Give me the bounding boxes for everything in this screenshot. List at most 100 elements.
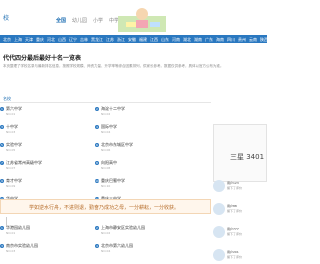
region-link[interactable]: 山西	[58, 37, 66, 42]
nav-national[interactable]: 全国	[56, 17, 66, 24]
region-link[interactable]: 云南	[249, 37, 257, 42]
scroll-arrow[interactable]	[0, 217, 7, 226]
banner-text: 学如逆水行舟，不进则退，勤奋乃成功之母，一分耕耘，一分收获。	[29, 205, 180, 211]
kindergarten-section: 1 华港园幼儿园 NO.01 2 上海市静安区实验幼儿园 NO.02 3 南京市实验幼儿园 NO…	[0, 222, 211, 258]
region-bar: 北京 上海 天津 重庆 河北 山西 辽宁 吉林 黑龙江 江苏 浙江 安徽 福建 江西 山东 河南 湖北 湖南 广东海…	[0, 35, 267, 43]
rank-number-badge: 10	[95, 179, 99, 183]
rank-number-badge: 7	[0, 161, 4, 165]
rank-item[interactable]: 7 江苏省常州高级中学 NO.07	[0, 160, 91, 175]
avatar	[213, 203, 225, 215]
region-link[interactable]: 山东	[161, 37, 169, 42]
region-link[interactable]: 河北	[47, 37, 55, 42]
school-meta: NO.01	[6, 112, 16, 116]
rank-item[interactable]: 9 育才中学 NO.09	[0, 178, 91, 193]
user-name: 用户123	[227, 181, 239, 185]
user-row[interactable]: 用户123 留下了评价	[213, 178, 267, 201]
region-link[interactable]: 海南	[216, 37, 224, 42]
rank-item[interactable]: 8 向阳高中 NO.08	[95, 160, 211, 175]
rank-number-badge: 2	[95, 226, 99, 230]
user-note: 留下了评价	[227, 232, 243, 236]
rank-item[interactable]: 3 十中学 NO.03	[0, 124, 91, 139]
region-link[interactable]: 陕西	[260, 37, 267, 42]
region-link[interactable]: 江苏	[106, 37, 114, 42]
user-note: 留下了评价	[227, 255, 243, 259]
user-name: 用户201	[227, 250, 239, 254]
school-meta: NO.08	[101, 166, 111, 170]
region-link[interactable]: 江西	[150, 37, 158, 42]
rank-number-badge: 8	[95, 161, 99, 165]
calendar-text: 三星 3401	[230, 153, 265, 161]
rank-number-badge: 1	[0, 107, 4, 111]
calendar-widget: 三星 3401	[213, 124, 267, 182]
rank-number-badge: 1	[0, 226, 4, 230]
kindergarten-item[interactable]: 2 上海市静安区实验幼儿园 NO.02	[95, 225, 211, 240]
quote-banner: 学如逆水行舟，不进则退，勤奋乃成功之母，一分耕耘，一分收获。	[0, 199, 211, 214]
school-meta: NO.03	[6, 130, 16, 134]
rank-number-badge: 2	[95, 107, 99, 111]
kindergarten-item[interactable]: 3 南京市实验幼儿园 NO.03	[0, 243, 91, 258]
rank-item[interactable]: 5 实验中学 NO.05	[0, 142, 91, 157]
school-meta: NO.07	[6, 166, 16, 170]
user-name: 用户88	[227, 204, 237, 208]
region-link[interactable]: 天津	[25, 37, 33, 42]
right-panel: 三星 3401 用户123 留下了评价 用户88 留下了评价 用户777 留下了评价 用户2…	[213, 96, 267, 261]
school-meta: NO.01	[6, 231, 16, 235]
region-link[interactable]: 吉林	[80, 37, 88, 42]
region-link[interactable]: 浙江	[117, 37, 125, 42]
region-link[interactable]: 北京	[3, 37, 11, 42]
school-meta: NO.02	[101, 112, 111, 116]
nav-kindergarten[interactable]: 幼儿园	[72, 17, 87, 24]
school-meta: NO.05	[6, 148, 16, 152]
rank-item[interactable]: 6 北京市东城区中学 NO.06	[95, 142, 211, 157]
kindergarten-item[interactable]: 1 华港园幼儿园 NO.01	[0, 225, 91, 240]
avatar	[213, 180, 225, 192]
rank-number-badge: 4	[95, 244, 99, 248]
page-title: 代代四分最后最好十名一览表	[3, 55, 82, 62]
rank-number-badge: 3	[0, 244, 4, 248]
school-meta: NO.04	[101, 249, 111, 253]
user-row[interactable]: 用户88 留下了评价	[213, 201, 267, 224]
region-link[interactable]: 贵州	[238, 37, 246, 42]
kindergarten-grid: 1 华港园幼儿园 NO.01 2 上海市静安区实验幼儿园 NO.02 3 南京市实验幼儿园 NO…	[0, 222, 211, 258]
region-link[interactable]: 湖南	[194, 37, 202, 42]
rank-item[interactable]: 2 海淀十二中学 NO.02	[95, 106, 211, 121]
school-meta: NO.03	[6, 249, 16, 253]
hero-illustration	[118, 8, 166, 32]
avatar	[213, 226, 225, 238]
rank-number-badge: 3	[0, 125, 4, 129]
school-meta: NO.04	[101, 130, 111, 134]
region-link[interactable]: 河南	[172, 37, 180, 42]
rank-item[interactable]: 10 重庆巴蜀中学 NO.10	[95, 178, 211, 193]
user-row[interactable]: 用户201 留下了评价	[213, 247, 267, 264]
region-link[interactable]: 安徽	[128, 37, 136, 42]
region-link[interactable]: 广东	[205, 37, 213, 42]
region-link[interactable]: 上海	[14, 37, 22, 42]
school-meta: NO.02	[101, 231, 111, 235]
region-link[interactable]: 四川	[227, 37, 235, 42]
rank-number-badge: 5	[0, 143, 4, 147]
user-note: 留下了评价	[227, 186, 243, 190]
kindergarten-item[interactable]: 4 北京市第六幼儿园 NO.04	[95, 243, 211, 258]
user-list: 用户123 留下了评价 用户88 留下了评价 用户777 留下了评价 用户201 留下了评价	[213, 178, 267, 264]
rank-number-badge: 6	[95, 143, 99, 147]
school-meta: NO.09	[6, 184, 16, 188]
user-name: 用户777	[227, 227, 239, 231]
nav-primary[interactable]: 小学	[93, 17, 103, 24]
region-link[interactable]: 辽宁	[69, 37, 77, 42]
region-link[interactable]: 湖北	[183, 37, 191, 42]
user-row[interactable]: 用户777 留下了评价	[213, 224, 267, 247]
region-link[interactable]: 重庆	[36, 37, 44, 42]
school-meta: NO.10	[101, 184, 111, 188]
header: 校 全国 幼儿园 小学 中学 大学	[0, 0, 267, 34]
rank-section: 名校 1 第六中学 NO.01 2 海淀十二中学 NO.02 3 十中学 NO.03 4 国际中学 N…	[0, 96, 211, 211]
school-meta: NO.06	[101, 148, 111, 152]
rank-number-badge: 9	[0, 179, 4, 183]
section-heading: 名校	[0, 96, 211, 103]
rank-item[interactable]: 1 第六中学 NO.01	[0, 106, 91, 121]
region-link[interactable]: 黑龙江	[91, 37, 103, 42]
rank-item[interactable]: 4 国际中学 NO.04	[95, 124, 211, 139]
site-logo[interactable]: 校	[3, 13, 9, 22]
rank-number-badge: 4	[95, 125, 99, 129]
page-intro: 本页整理了学校名录与最新排名信息，按照学校规模、师资力量、升学率等综合因素排列，…	[3, 64, 224, 68]
region-link[interactable]: 福建	[139, 37, 147, 42]
